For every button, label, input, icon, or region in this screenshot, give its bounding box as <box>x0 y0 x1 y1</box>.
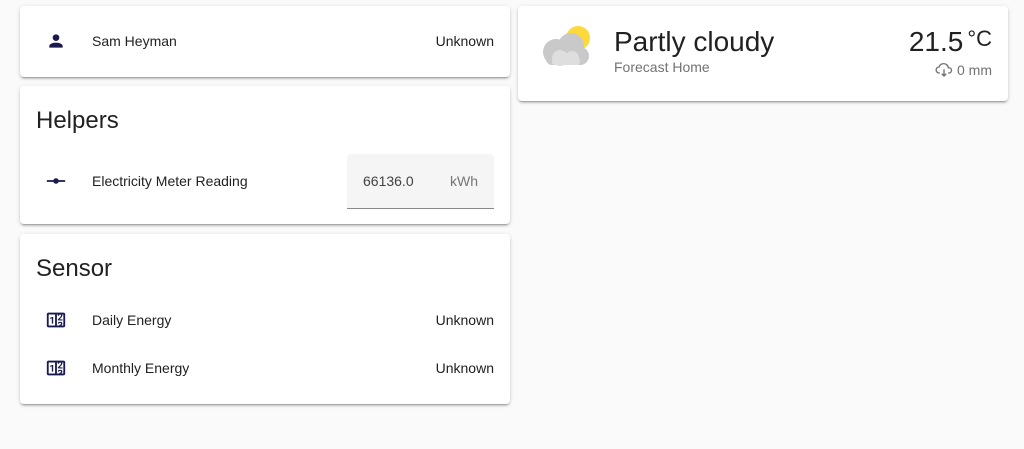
partly-cloudy-icon <box>538 22 596 70</box>
account-icon <box>44 29 68 53</box>
weather-temperature: 21.5 °C <box>909 26 992 58</box>
weather-temperature-value: 21.5 <box>908 26 964 57</box>
weather-precipitation-value: 0 mm <box>957 62 992 78</box>
electricity-meter-unit: kWh <box>450 173 478 189</box>
weather-rainy-icon <box>935 61 957 79</box>
electricity-meter-name: Electricity Meter Reading <box>92 173 248 189</box>
daily-energy-row[interactable]: Daily Energy Unknown <box>20 300 510 340</box>
daily-energy-state: Unknown <box>435 312 494 328</box>
weather-entity-name: Forecast Home <box>614 59 710 75</box>
daily-energy-name: Daily Energy <box>92 312 172 328</box>
weather-card[interactable]: Partly cloudy Forecast Home 21.5 °C 0 mm <box>518 6 1008 101</box>
weather-condition: Partly cloudy <box>614 26 775 57</box>
weather-precipitation: 0 mm <box>935 61 992 79</box>
person-state: Unknown <box>435 33 494 49</box>
electricity-meter-value[interactable]: 66136.0 <box>363 173 414 189</box>
counter-icon <box>44 308 68 332</box>
person-name: Sam Heyman <box>92 33 177 49</box>
electricity-meter-input[interactable]: 66136.0 kWh <box>347 154 494 209</box>
ray-vertex-icon <box>44 169 68 193</box>
sensor-card: Sensor Daily Energy Unknown Monthly Ener… <box>20 234 510 404</box>
monthly-energy-name: Monthly Energy <box>92 360 190 376</box>
sensor-card-title: Sensor <box>36 255 113 282</box>
person-card: Sam Heyman Unknown <box>20 6 510 77</box>
counter-icon <box>44 356 68 380</box>
helpers-card: Helpers Electricity Meter Reading 66136.… <box>20 86 510 224</box>
monthly-energy-state: Unknown <box>435 360 494 376</box>
person-row[interactable]: Sam Heyman Unknown <box>20 21 510 61</box>
helpers-card-title: Helpers <box>36 107 119 134</box>
weather-temperature-unit: °C <box>967 26 992 51</box>
monthly-energy-row[interactable]: Monthly Energy Unknown <box>20 348 510 388</box>
